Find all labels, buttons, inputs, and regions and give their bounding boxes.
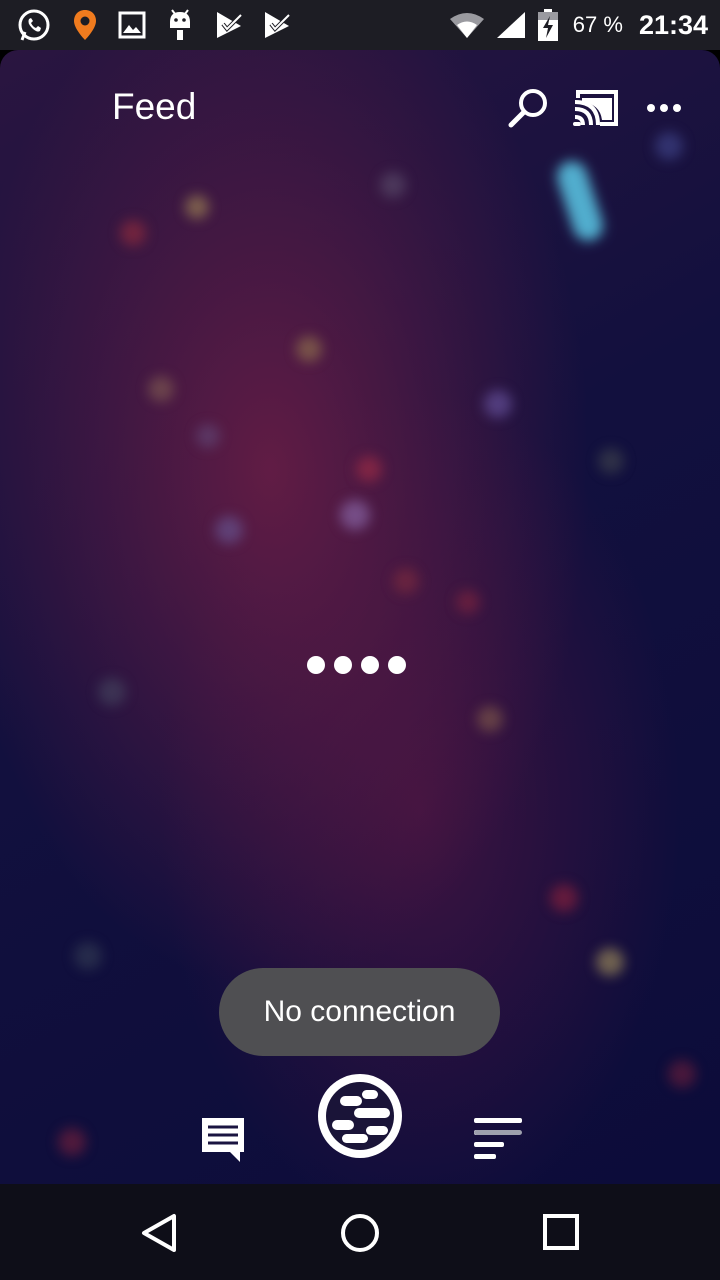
bokeh-particle [296, 336, 322, 362]
bokeh-particle [120, 220, 146, 246]
wifi-icon [449, 13, 484, 38]
bokeh-particle [196, 424, 220, 448]
no-connection-toast: No connection [219, 968, 500, 1056]
bokeh-particle [553, 157, 607, 245]
bokeh-particle [185, 195, 209, 219]
recents-icon[interactable] [541, 1212, 581, 1252]
bokeh-particle [596, 948, 624, 976]
loading-dot [334, 656, 352, 674]
status-right-group: 67 % 21:34 [449, 0, 708, 50]
bokeh-particle [58, 1128, 86, 1156]
home-icon[interactable] [339, 1212, 381, 1254]
loading-dot [388, 656, 406, 674]
task-check-icon-2 [265, 12, 291, 38]
bokeh-particle [655, 132, 683, 160]
planet-icon[interactable] [314, 1070, 406, 1162]
bokeh-particle [550, 884, 578, 912]
cast-icon[interactable] [572, 88, 620, 128]
loading-dot [307, 656, 325, 674]
location-pin-icon [74, 10, 96, 40]
messages-icon[interactable] [198, 1114, 248, 1164]
system-navigation-bar [0, 1184, 720, 1280]
bokeh-particle [356, 456, 382, 482]
gallery-icon [118, 11, 146, 39]
signal-icon [496, 12, 525, 38]
page-title: Feed [112, 86, 197, 127]
status-bar: 67 % 21:34 [0, 0, 720, 50]
toast-message: No connection [263, 995, 456, 1028]
bokeh-particle [477, 706, 503, 732]
clock: 21:34 [638, 9, 708, 40]
feed-screen: Feed No connection [0, 50, 720, 1184]
battery-charging-icon [537, 9, 558, 41]
bokeh-particle [456, 590, 480, 614]
bokeh-particle [74, 942, 102, 970]
android-debug-icon [170, 9, 190, 40]
search-icon[interactable] [506, 86, 550, 130]
battery-percent: 67 % [572, 12, 623, 37]
bokeh-particle [668, 1060, 696, 1088]
more-icon[interactable] [646, 98, 682, 118]
bokeh-particle [380, 172, 406, 198]
task-check-icon [217, 12, 243, 38]
loading-indicator [307, 656, 406, 674]
bokeh-particle [98, 678, 126, 706]
bokeh-particle [484, 390, 512, 418]
bokeh-particle [148, 376, 174, 402]
active-tab-indicator [474, 1130, 522, 1135]
bokeh-particle [340, 500, 370, 530]
loading-dot [361, 656, 379, 674]
back-icon[interactable] [138, 1212, 180, 1254]
menu-list-icon[interactable] [472, 1116, 524, 1162]
bokeh-particle [215, 516, 243, 544]
bokeh-particle [598, 448, 624, 474]
bokeh-particle [393, 568, 419, 594]
whatsapp-icon [18, 9, 50, 41]
